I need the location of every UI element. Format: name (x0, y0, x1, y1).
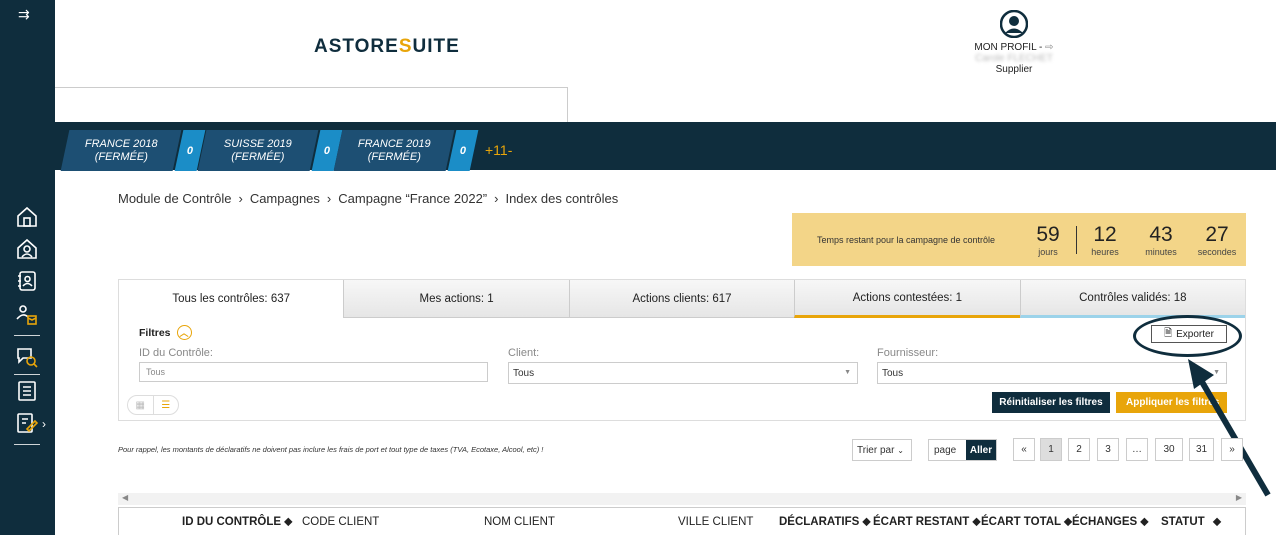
col-client-name: NOM CLIENT (484, 516, 555, 528)
grid-view-icon[interactable]: ▦ (128, 396, 153, 414)
reset-filters-button[interactable]: Réinitialiser les filtres (992, 392, 1110, 413)
col-exchanges[interactable]: ÉCHANGES ⬥ (1072, 516, 1148, 529)
breadcrumb: Module de Contrôle › Campagnes › Campagne … (118, 191, 618, 206)
breadcrumb-item[interactable]: Campagnes (250, 191, 320, 206)
control-id-input[interactable]: Tous (139, 362, 488, 382)
breadcrumb-item[interactable]: Campagne “France 2022” (338, 191, 487, 206)
profile-name: Carole FLECHET (975, 53, 1053, 64)
sidebar: ⇉ › (0, 0, 55, 535)
list-icon[interactable] (14, 378, 40, 404)
sort-select[interactable]: Trier par ⌄ (852, 439, 912, 461)
sidebar-divider (14, 335, 40, 336)
logout-icon[interactable]: ⇨ (1045, 42, 1053, 53)
avatar-icon[interactable] (999, 9, 1029, 39)
supplier-select[interactable]: Tous ▼ (877, 362, 1227, 384)
tab-validated-controls[interactable]: Contrôles validés: 18 (1019, 280, 1246, 318)
user-home-icon[interactable] (14, 236, 40, 262)
col-client-code: CODE CLIENT (302, 516, 380, 528)
campaign-tab[interactable]: FRANCE 2018 (FERMÉE) 0 (60, 130, 206, 171)
sidebar-toggle-icon[interactable]: ⇉ (18, 6, 30, 23)
timer-minutes: 43 (1149, 222, 1173, 246)
expand-chevron-icon[interactable]: › (42, 417, 46, 431)
scroll-left-icon[interactable]: ◀ (122, 493, 128, 502)
table-header: ID DU CONTRÔLE ⬥ CODE CLIENT NOM CLIENT … (118, 507, 1246, 535)
breadcrumb-item[interactable]: Module de Contrôle (118, 191, 231, 206)
timer-label: Temps restant pour la campagne de contrô… (816, 234, 996, 245)
contacts-icon[interactable] (14, 268, 40, 294)
reminder-note: Pour rappel, les montants de déclaratifs… (118, 445, 544, 454)
header-divider (55, 87, 568, 88)
sidebar-divider (14, 374, 40, 375)
tab-client-actions[interactable]: Actions clients: 617 (568, 280, 795, 318)
search-chat-icon[interactable] (14, 344, 40, 370)
campaign-tab[interactable]: FRANCE 2019 (FERMÉE) 0 (333, 130, 479, 171)
pagination-ellipsis: … (1126, 438, 1148, 461)
col-control-id[interactable]: ID DU CONTRÔLE ⬥ (182, 516, 292, 529)
sort-icon[interactable]: ⬥ (1213, 516, 1221, 529)
pagination-first[interactable]: « (1013, 438, 1035, 461)
horizontal-scrollbar[interactable]: ◀ ▶ (118, 493, 1246, 505)
col-status[interactable]: STATUT (1161, 516, 1205, 528)
campaign-count: 0 (459, 144, 467, 157)
header-divider (567, 87, 568, 122)
logo[interactable]: ASTORESUITE (314, 36, 460, 58)
pagination-last[interactable]: » (1221, 438, 1243, 461)
page-input[interactable]: page (929, 440, 966, 460)
tab-all-controls[interactable]: Tous les contrôles: 637 (119, 280, 344, 318)
tab-my-actions[interactable]: Mes actions: 1 (343, 280, 569, 318)
campaign-bar: FRANCE 2018 (FERMÉE) 0 SUISSE 2019 (FERMÉE… (55, 122, 1276, 171)
controls-panel: Tous les contrôles: 637 Mes actions: 1 A… (118, 279, 1246, 421)
pagination-page[interactable]: 1 (1040, 438, 1062, 461)
campaign-timer: Temps restant pour la campagne de contrô… (792, 213, 1246, 266)
profile-menu[interactable]: MON PROFIL - ⇨ Carole FLECHET Supplier (955, 9, 1073, 75)
col-client-city: VILLE CLIENT (678, 516, 754, 528)
sidebar-divider (14, 444, 40, 445)
col-remaining-gap[interactable]: ÉCART RESTANT ⬥ (873, 516, 981, 529)
list-view-icon[interactable]: ☰ (152, 396, 179, 414)
chevron-down-icon: ⌄ (897, 446, 904, 455)
breadcrumb-item: Index des contrôles (505, 191, 619, 206)
client-select[interactable]: Tous ▼ (508, 362, 858, 384)
supplier-label: Fournisseur: (877, 347, 939, 359)
chevron-up-icon[interactable]: ︿ (176, 325, 192, 340)
timer-hours: 12 (1093, 222, 1117, 246)
edit-doc-icon[interactable] (14, 410, 40, 436)
timer-days: 59 (1036, 222, 1060, 246)
home-icon[interactable] (14, 204, 40, 230)
campaign-count: 0 (323, 144, 331, 157)
pagination-page[interactable]: 30 (1155, 438, 1183, 461)
highlight-ellipse (1133, 315, 1242, 357)
chevron-right-icon: › (238, 191, 243, 206)
col-total-gap[interactable]: ÉCART TOTAL ⬥ (981, 516, 1072, 529)
tab-contested-actions[interactable]: Actions contestées: 1 (794, 280, 1020, 318)
more-campaigns-link[interactable]: +11- (485, 142, 512, 158)
client-label: Client: (508, 347, 540, 359)
caret-down-icon: ▼ (844, 369, 851, 376)
filters-header[interactable]: Filtres ︿ (139, 325, 192, 340)
profile-label[interactable]: MON PROFIL - (974, 42, 1042, 53)
profile-role: Supplier (995, 64, 1033, 75)
pagination-page[interactable]: 3 (1097, 438, 1119, 461)
user-box-icon[interactable] (14, 302, 40, 328)
scroll-right-icon[interactable]: ▶ (1236, 493, 1242, 502)
chevron-right-icon: › (494, 191, 499, 206)
header: ASTORESUITE MON PROFIL - ⇨ Carole FLECHE… (55, 0, 1276, 122)
view-toggle[interactable]: ▦ ☰ (127, 395, 179, 415)
campaign-count: 0 (186, 144, 194, 157)
pagination-page[interactable]: 31 (1189, 438, 1214, 461)
pagination-page[interactable]: 2 (1068, 438, 1090, 461)
chevron-right-icon: › (326, 191, 332, 206)
campaign-tab[interactable]: SUISSE 2019 (FERMÉE) 0 (197, 130, 343, 171)
control-id-label: ID du Contrôle: (139, 347, 213, 359)
col-declaratives[interactable]: DÉCLARATIFS ⬥ (779, 516, 871, 529)
timer-seconds: 27 (1205, 222, 1229, 246)
page-jump: page Aller (928, 439, 997, 461)
tab-bar: Tous les contrôles: 637 Mes actions: 1 A… (119, 280, 1246, 318)
go-button[interactable]: Aller (966, 440, 996, 460)
